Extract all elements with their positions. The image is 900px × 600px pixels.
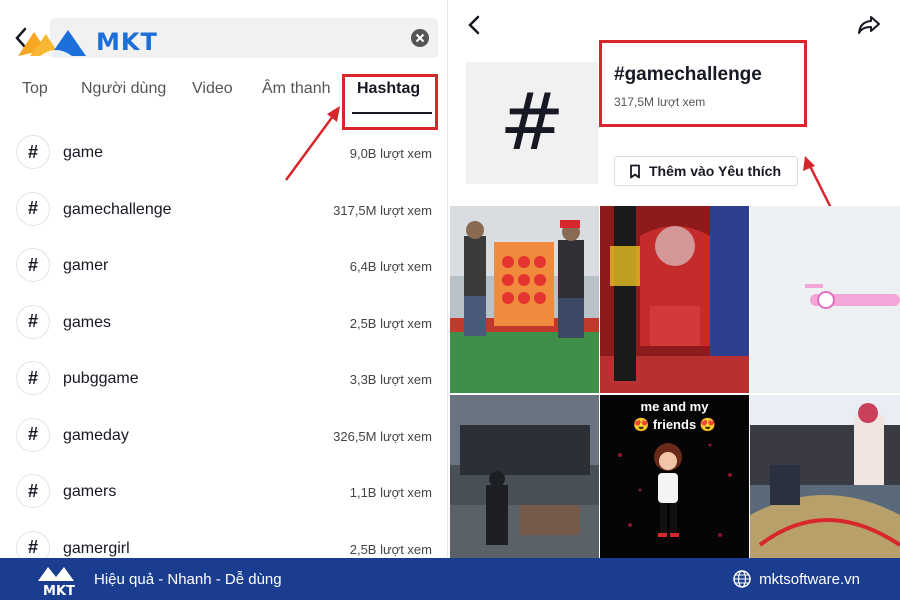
hashtag-views: 2,5B lượt xem bbox=[349, 315, 432, 331]
hashtag-icon: # bbox=[16, 304, 50, 339]
video-thumbnail[interactable] bbox=[450, 395, 599, 558]
hashtag-icon: # bbox=[16, 248, 50, 282]
add-to-favorites-button[interactable]: Thêm vào Yêu thích bbox=[614, 156, 798, 186]
video-thumbnail[interactable]: me and my 😍 friends 😍 bbox=[600, 395, 749, 558]
hashtag-list: # game 9,0B lượt xem # gamechallenge 317… bbox=[0, 126, 448, 578]
tab-top[interactable]: Top bbox=[22, 80, 48, 98]
hashtag-cover-icon: # bbox=[466, 62, 598, 184]
hashtag-icon: # bbox=[16, 191, 50, 226]
heart-eyes-emoji-icon: 😍 bbox=[699, 417, 716, 432]
footer-website[interactable]: mktsoftware.vn bbox=[733, 570, 860, 588]
video-thumbnail[interactable] bbox=[450, 206, 599, 393]
hashtag-icon: # bbox=[16, 135, 50, 169]
video-thumbnail-image bbox=[450, 395, 599, 558]
hashtag-views: 9,0B lượt xem bbox=[349, 146, 432, 161]
hashtag-icon: # bbox=[16, 474, 50, 508]
video-thumbnail[interactable] bbox=[750, 206, 900, 393]
footer-slogan: Hiệu quả - Nhanh - Dễ dùng bbox=[94, 570, 282, 588]
hashtag-views: 326,5M lượt xem bbox=[333, 428, 432, 444]
tab-users[interactable]: Người dùng bbox=[81, 80, 166, 98]
hashtag-icon: # bbox=[16, 361, 50, 395]
video-thumbnail-image bbox=[750, 395, 900, 558]
hashtag-views: 6,4B lượt xem bbox=[349, 259, 432, 274]
video-thumbnail-image bbox=[600, 206, 749, 393]
hashtag-views: 317,5M lượt xem bbox=[333, 202, 432, 218]
mkt-footer-logo-icon: MKT bbox=[38, 567, 75, 599]
hashtag-name: pubggame bbox=[63, 370, 139, 387]
clear-search-icon[interactable] bbox=[410, 28, 430, 48]
video-caption-friends: friends bbox=[652, 417, 697, 432]
highlight-box-hashtag-info bbox=[599, 40, 807, 127]
hashtag-views: 1,1B lượt xem bbox=[349, 485, 432, 500]
list-item[interactable]: # gamer 6,4B lượt xem bbox=[0, 239, 448, 296]
hashtag-name: gamer bbox=[63, 257, 109, 274]
footer-banner: MKT Hiệu quả - Nhanh - Dễ dùng mktsoftwa… bbox=[0, 558, 900, 600]
add-to-favorites-label: Thêm vào Yêu thích bbox=[649, 163, 781, 179]
hashtag-icon: # bbox=[16, 417, 50, 452]
pointer-arrow-icon bbox=[284, 106, 340, 181]
hashtag-detail-panel: # #gamechallenge 317,5M lượt xem Thêm và… bbox=[449, 0, 900, 558]
hashtag-views: 3,3B lượt xem bbox=[349, 372, 432, 387]
video-thumbnail-image bbox=[450, 206, 599, 393]
footer-logo-text: MKT bbox=[43, 584, 75, 597]
video-thumbnail[interactable] bbox=[600, 206, 749, 393]
screenshot-root: MKT Top Người dùng Video Âm thanh Hashta… bbox=[0, 0, 900, 600]
bookmark-icon bbox=[630, 164, 640, 178]
hashtag-name: game bbox=[63, 144, 104, 161]
list-item[interactable]: # gameday 326,5M lượt xem bbox=[0, 409, 448, 466]
list-item[interactable]: # gamers 1,1B lượt xem bbox=[0, 465, 448, 522]
mkt-logo-icon bbox=[18, 30, 86, 56]
video-caption-line2: 😍 friends 😍 bbox=[600, 417, 749, 433]
video-caption-line1: me and my bbox=[640, 399, 709, 414]
hashtag-name: gamergirl bbox=[63, 539, 130, 557]
video-grid: me and my 😍 friends 😍 bbox=[449, 206, 900, 558]
list-item[interactable]: # games 2,5B lượt xem bbox=[0, 296, 448, 353]
footer-website-label: mktsoftware.vn bbox=[759, 570, 860, 588]
list-item[interactable]: # game 9,0B lượt xem bbox=[0, 126, 448, 183]
tab-sounds[interactable]: Âm thanh bbox=[262, 80, 330, 98]
share-icon[interactable] bbox=[856, 14, 882, 36]
footer-logo: MKT bbox=[34, 561, 84, 599]
search-results-panel: MKT Top Người dùng Video Âm thanh Hashta… bbox=[0, 0, 448, 565]
video-thumbnail[interactable] bbox=[750, 395, 900, 558]
hashtag-name: gameday bbox=[63, 426, 129, 444]
logo-wordmark: MKT bbox=[96, 28, 158, 56]
tab-video[interactable]: Video bbox=[192, 80, 233, 98]
list-item[interactable]: # pubggame 3,3B lượt xem bbox=[0, 352, 448, 409]
highlight-box-hashtag-tab bbox=[342, 74, 438, 130]
hashtag-name: games bbox=[63, 313, 112, 331]
globe-icon bbox=[733, 570, 751, 588]
hashtag-name: gamechallenge bbox=[63, 200, 172, 218]
mkt-logo: MKT bbox=[16, 20, 176, 64]
heart-eyes-emoji-icon: 😍 bbox=[633, 417, 650, 432]
hashtag-views: 2,5B lượt xem bbox=[349, 541, 432, 557]
hashtag-name: gamers bbox=[63, 483, 117, 500]
video-thumbnail-image bbox=[750, 206, 900, 393]
list-item[interactable]: # gamechallenge 317,5M lượt xem bbox=[0, 183, 448, 240]
back-arrow-icon[interactable] bbox=[467, 14, 481, 36]
